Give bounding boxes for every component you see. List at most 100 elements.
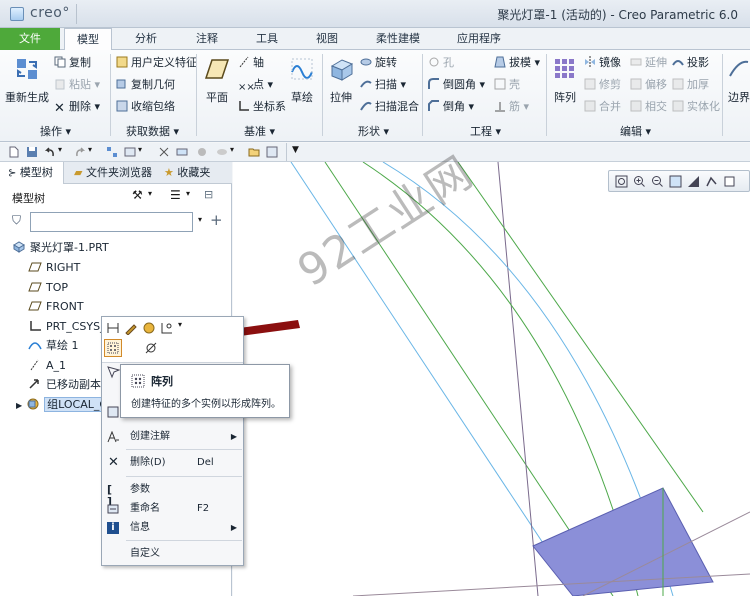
windows-icon[interactable] xyxy=(124,146,136,158)
csys-button[interactable]: 坐标系 xyxy=(238,98,286,116)
menu-info[interactable]: i 信息 ▶ xyxy=(102,518,243,538)
mirror-button[interactable]: 镜像 xyxy=(584,54,621,72)
show-dropdown-icon[interactable]: ▾ xyxy=(186,189,190,198)
window-toggle-icon[interactable] xyxy=(266,146,278,158)
tree-item-sketch[interactable]: 草绘 1 xyxy=(28,337,79,355)
swept-blend-button[interactable]: 扫描混合 xyxy=(360,98,419,116)
more-dropdown-icon[interactable]: ▾ xyxy=(178,320,182,329)
edit-dimensions-icon[interactable] xyxy=(106,321,120,335)
sketch-button[interactable]: 草绘 xyxy=(286,54,318,105)
extend-button[interactable]: 延伸 xyxy=(630,54,667,72)
show-icon[interactable]: ☰ xyxy=(170,188,181,202)
redo-dropdown-icon[interactable]: ▾ xyxy=(88,145,92,154)
copy-button[interactable]: 复制 xyxy=(54,54,91,72)
undo-icon[interactable] xyxy=(44,146,56,158)
tree-item-front[interactable]: FRONT xyxy=(28,298,84,316)
draft-button[interactable]: 拔模 ▾ xyxy=(494,54,540,72)
tree-item-moved-copy[interactable]: 已移动副本 1 xyxy=(28,376,112,394)
tab-applications[interactable]: 应用程序 xyxy=(444,28,514,50)
tree-item-top[interactable]: TOP xyxy=(28,279,68,297)
appearance-icon[interactable] xyxy=(216,146,228,158)
appearance-dropdown-icon[interactable]: ▾ xyxy=(230,145,234,154)
tab-flexible-modeling[interactable]: 柔性建模 xyxy=(362,28,434,50)
tab-view[interactable]: 视图 xyxy=(302,28,352,50)
collapse-panel-icon[interactable]: ⊟ xyxy=(204,188,213,201)
group-datum-label[interactable]: 基准 ▾ xyxy=(244,123,275,139)
close-window-icon[interactable] xyxy=(158,146,170,158)
shell-button[interactable]: 壳 xyxy=(494,76,520,94)
save-icon[interactable] xyxy=(26,146,38,158)
point-button[interactable]: ××点 ▾ xyxy=(238,76,273,94)
edit-definition-icon[interactable] xyxy=(124,321,138,335)
tab-annotate[interactable]: 注释 xyxy=(182,28,232,50)
group-editing-label[interactable]: 编辑 ▾ xyxy=(620,123,651,139)
merge-button[interactable]: 合并 xyxy=(584,98,621,116)
project-button[interactable]: 投影 xyxy=(672,54,709,72)
undo-dropdown-icon[interactable]: ▾ xyxy=(58,145,62,154)
settings-icon[interactable]: ⚒ xyxy=(132,188,143,202)
rib-button[interactable]: 筋 ▾ xyxy=(494,98,529,116)
tree-item-right[interactable]: RIGHT xyxy=(28,259,80,277)
tab-analysis[interactable]: 分析 xyxy=(120,28,172,50)
tab-model[interactable]: 模型 xyxy=(64,28,112,51)
menu-delete[interactable]: ✕ 删除(D) Del xyxy=(102,453,243,473)
tree-item-root-part[interactable]: 聚光灯罩-1.PRT xyxy=(12,239,109,257)
group-get-data-label[interactable]: 获取数据 ▾ xyxy=(126,123,179,139)
view-manager-icon[interactable] xyxy=(723,175,736,188)
group-engineering-label[interactable]: 工程 ▾ xyxy=(470,123,501,139)
switch-icon[interactable] xyxy=(176,146,188,158)
hole-button[interactable]: 孔 xyxy=(428,54,454,72)
zoom-out-icon[interactable] xyxy=(651,175,664,188)
redo-icon[interactable] xyxy=(74,146,86,158)
customize-qat-icon[interactable]: ▼ xyxy=(292,145,299,155)
tree-item-axis[interactable]: A_1 xyxy=(28,357,66,375)
settings-dropdown-icon[interactable]: ▾ xyxy=(148,189,152,198)
zoom-in-icon[interactable] xyxy=(633,175,646,188)
tree-search-input[interactable] xyxy=(30,212,193,232)
pattern-button[interactable]: 阵列 xyxy=(550,54,580,105)
repaint-icon[interactable] xyxy=(669,175,682,188)
tab-favorites[interactable]: ★ 收藏夹 xyxy=(160,162,230,184)
boundary-blend-button[interactable]: 边界 xyxy=(724,54,750,105)
tab-model-tree[interactable]: ⊱ 模型树 xyxy=(0,162,64,184)
edit-references-icon[interactable] xyxy=(160,321,174,335)
new-file-icon[interactable] xyxy=(8,146,20,158)
thicken-button[interactable]: 加厚 xyxy=(672,76,709,94)
menu-rename[interactable]: 重命名 F2 xyxy=(102,499,243,519)
regenerate-button[interactable]: 重新生成 xyxy=(4,54,50,105)
windows-dropdown-icon[interactable]: ▾ xyxy=(138,145,142,154)
tab-tools[interactable]: 工具 xyxy=(242,28,292,50)
delete-button[interactable]: ✕ 删除 ▾ xyxy=(54,98,100,116)
menu-customize[interactable]: 自定义 xyxy=(102,544,243,564)
trim-button[interactable]: 修剪 xyxy=(584,76,621,94)
refit-icon[interactable] xyxy=(615,175,628,188)
open-folder-icon[interactable] xyxy=(248,146,260,158)
copy-geometry-button[interactable]: 复制几何 xyxy=(116,76,175,94)
solidify-button[interactable]: 实体化 xyxy=(672,98,720,116)
udf-button[interactable]: 用户定义特征 xyxy=(116,54,197,72)
paste-button[interactable]: 粘贴 ▾ xyxy=(54,76,100,94)
saved-orientations-icon[interactable] xyxy=(705,175,718,188)
filter-dropdown-icon[interactable]: ▾ xyxy=(198,215,202,224)
menu-parameters[interactable]: [ ] 参数 xyxy=(102,480,243,508)
shading-icon[interactable] xyxy=(196,146,208,158)
shrinkwrap-button[interactable]: 收缩包络 xyxy=(116,98,175,116)
sweep-button[interactable]: 扫描 ▾ xyxy=(360,76,406,94)
revolve-button[interactable]: 旋转 xyxy=(360,54,397,72)
tab-file[interactable]: 文件 xyxy=(0,28,60,50)
group-shapes-label[interactable]: 形状 ▾ xyxy=(358,123,389,139)
tab-folder-browser[interactable]: ▰ 文件夹浏览器 xyxy=(70,162,156,184)
expand-arrow-icon[interactable]: ▶ xyxy=(16,401,22,410)
plane-button[interactable]: 平面 xyxy=(200,54,234,105)
appearance-icon[interactable] xyxy=(142,321,156,335)
regen-quick-icon[interactable] xyxy=(106,146,118,158)
group-operations-label[interactable]: 操作 ▾ xyxy=(40,123,71,139)
filter-icon[interactable]: ⛉ xyxy=(12,213,21,228)
round-button[interactable]: 倒圆角 ▾ xyxy=(428,76,485,94)
chamfer-button[interactable]: 倒角 ▾ xyxy=(428,98,474,116)
add-filter-icon[interactable]: + xyxy=(210,211,223,229)
offset-button[interactable]: 偏移 xyxy=(630,76,667,94)
axis-button[interactable]: 轴 xyxy=(238,54,264,72)
hide-icon[interactable] xyxy=(144,341,158,355)
menu-create-annotation[interactable]: 创建注解 ▶ xyxy=(102,427,243,447)
